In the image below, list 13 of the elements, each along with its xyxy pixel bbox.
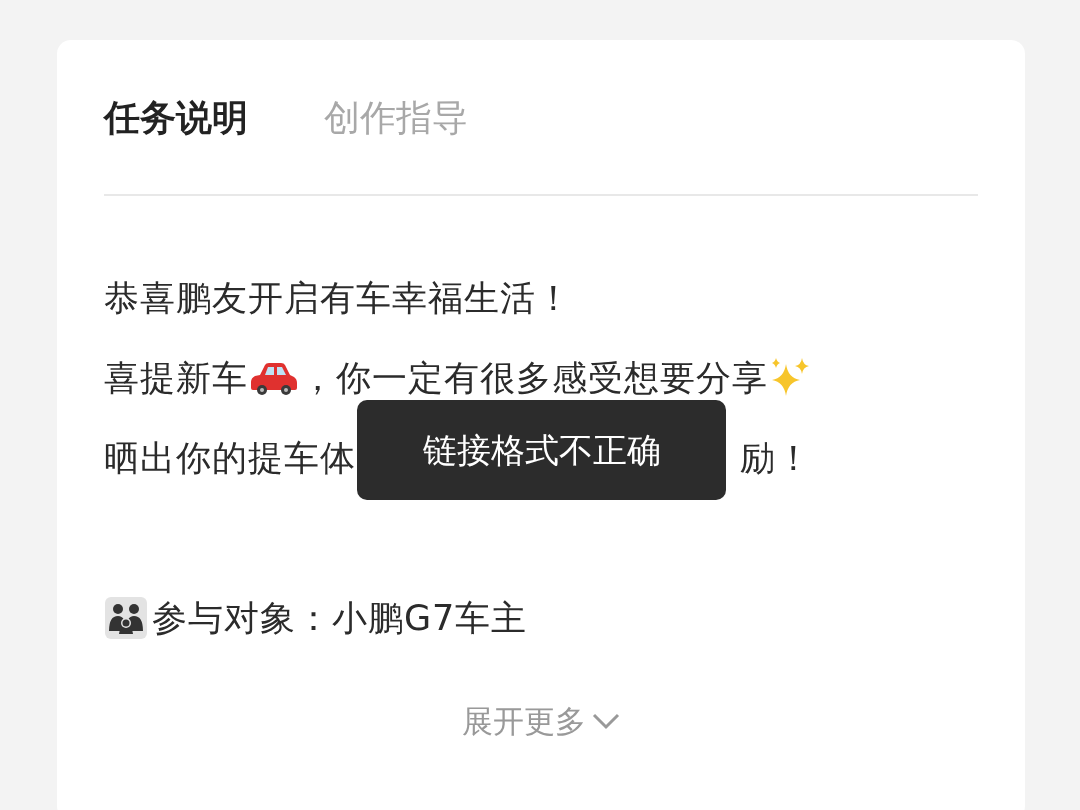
tab[interactable]: 创作指导 bbox=[324, 91, 468, 145]
people-icon bbox=[104, 596, 148, 640]
description-text: 晒出你的提车体 bbox=[104, 436, 356, 480]
description-text: 励！ bbox=[740, 436, 812, 480]
description-text: 恭喜鹏友开启有车幸福生活！ bbox=[104, 276, 572, 320]
chevron-down-icon bbox=[592, 712, 620, 731]
description-text: 参与对象：小鹏G7车主 bbox=[152, 596, 528, 640]
toast: 链接格式不正确 bbox=[357, 400, 726, 500]
description-text: 喜提新车 bbox=[104, 356, 248, 400]
car-icon bbox=[250, 361, 298, 395]
expand-link[interactable]: 展开更多 bbox=[462, 698, 620, 745]
description-text: ，你一定有很多感受想要分享 bbox=[300, 356, 768, 400]
tab[interactable]: 任务说明 bbox=[104, 91, 248, 145]
